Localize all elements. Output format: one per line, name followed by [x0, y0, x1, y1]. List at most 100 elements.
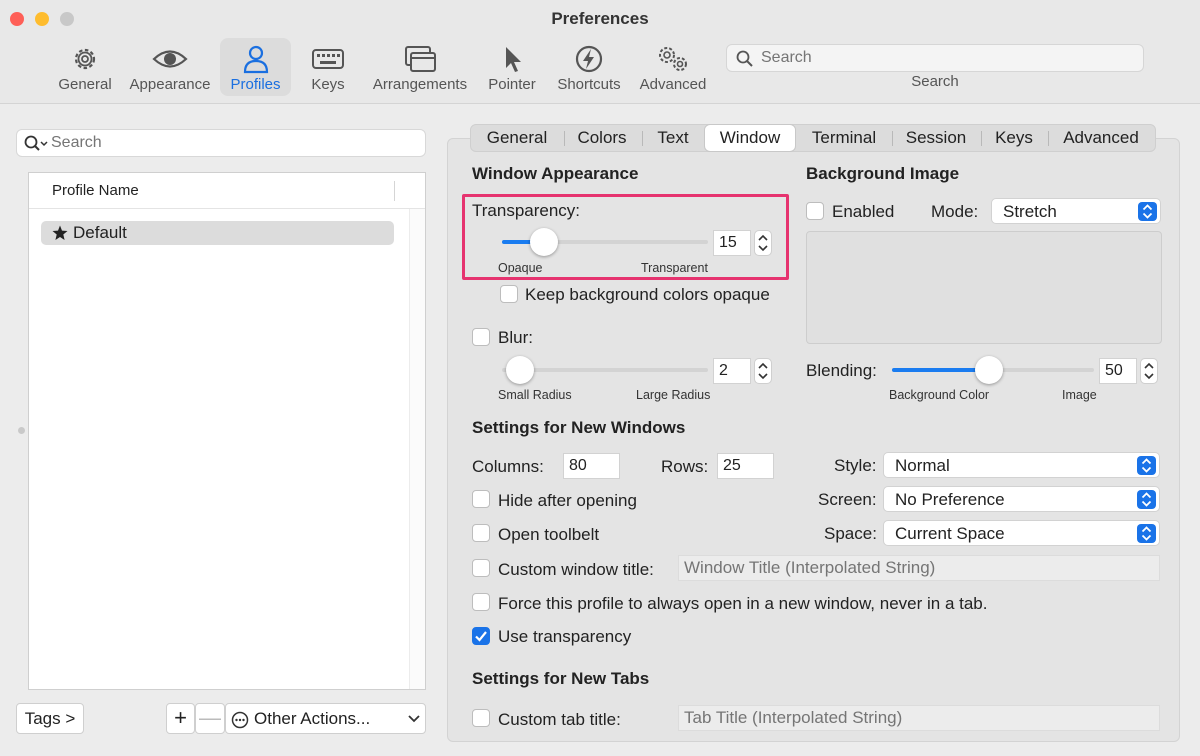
- profile-list-header[interactable]: Profile Name: [29, 173, 425, 209]
- chevron-down-icon: [408, 715, 420, 723]
- profile-search-field[interactable]: [16, 129, 426, 157]
- rows-field[interactable]: 25: [717, 453, 774, 479]
- transparency-label: Transparency:: [472, 201, 581, 220]
- profile-name-column-header[interactable]: Profile Name: [52, 182, 139, 199]
- toolbar-advanced[interactable]: Advanced: [634, 38, 712, 96]
- tab-colors[interactable]: Colors: [567, 125, 637, 151]
- search-icon: [24, 135, 48, 151]
- star-icon: [52, 225, 68, 240]
- toolbar-keys[interactable]: Keys: [298, 38, 358, 96]
- toolbar-search-input[interactable]: [761, 49, 1121, 67]
- toolbar-shortcuts[interactable]: Shortcuts: [552, 38, 626, 96]
- toolbar-arrangements-label: Arrangements: [372, 76, 468, 93]
- profile-search-input[interactable]: [51, 134, 411, 152]
- tab-separator: [892, 131, 893, 146]
- use-transparency-label: Use transparency: [498, 627, 632, 646]
- toolbar-search-field[interactable]: [726, 44, 1144, 72]
- force-new-window-checkbox[interactable]: [472, 593, 490, 611]
- hide-after-opening-checkbox[interactable]: [472, 490, 490, 508]
- custom-tab-title-checkbox[interactable]: [472, 709, 490, 727]
- space-popup[interactable]: Current Space: [883, 520, 1160, 546]
- mode-popup[interactable]: Stretch: [991, 198, 1161, 224]
- screen-popup[interactable]: No Preference: [883, 486, 1160, 512]
- transparency-slider-knob[interactable]: [530, 228, 558, 256]
- other-actions-label: Other Actions...: [254, 709, 371, 728]
- settings-tab-bar: General Colors Text Window Terminal Sess…: [470, 124, 1156, 152]
- bg-image-enabled-checkbox[interactable]: [806, 202, 824, 220]
- column-divider: [394, 181, 395, 201]
- custom-window-title-field[interactable]: [678, 555, 1160, 581]
- remove-profile-button[interactable]: —: [195, 703, 225, 734]
- blending-value-field[interactable]: 50: [1099, 358, 1137, 384]
- image-label: Image: [1062, 388, 1097, 402]
- mode-value: Stretch: [1003, 202, 1057, 221]
- style-label: Style:: [834, 456, 877, 475]
- tab-separator: [1048, 131, 1049, 146]
- keyboard-icon: [312, 49, 344, 69]
- profile-list[interactable]: Profile Name Default: [28, 172, 426, 690]
- profile-list-scrollbar[interactable]: [409, 209, 425, 689]
- mode-label: Mode:: [931, 202, 979, 221]
- other-actions-menu[interactable]: Other Actions...: [225, 703, 426, 734]
- transparency-stepper[interactable]: [754, 230, 772, 256]
- add-profile-button[interactable]: +: [166, 703, 195, 734]
- ellipsis-circle-icon: [231, 711, 249, 729]
- toolbar-search-caption: Search: [911, 73, 959, 90]
- custom-tab-title-field[interactable]: [678, 705, 1160, 731]
- toolbar-appearance[interactable]: Appearance: [126, 38, 214, 96]
- gear-icon: [74, 48, 96, 70]
- blending-slider-fill: [892, 368, 988, 372]
- columns-field[interactable]: 80: [563, 453, 620, 479]
- updown-arrows-icon: [1137, 524, 1156, 543]
- large-radius-label: Large Radius: [636, 388, 711, 402]
- screen-value: No Preference: [895, 490, 1005, 509]
- open-toolbelt-label: Open toolbelt: [498, 525, 600, 544]
- tab-keys[interactable]: Keys: [984, 125, 1044, 151]
- custom-window-title-checkbox[interactable]: [472, 559, 490, 577]
- columns-label: Columns:: [472, 457, 544, 476]
- toolbar-profiles[interactable]: Profiles: [220, 38, 291, 96]
- space-value: Current Space: [895, 524, 1005, 543]
- background-image-well[interactable]: [806, 231, 1162, 344]
- window-title: Preferences: [551, 9, 649, 28]
- tab-terminal[interactable]: Terminal: [799, 125, 889, 151]
- gears-icon: [659, 47, 687, 71]
- toolbar-arrangements[interactable]: Arrangements: [368, 38, 472, 96]
- checkmark-icon: [475, 631, 487, 642]
- transparency-value-field[interactable]: 15: [713, 230, 751, 256]
- tab-general[interactable]: General: [475, 125, 559, 151]
- tags-button[interactable]: Tags >: [16, 703, 84, 734]
- toolbar-general[interactable]: General: [52, 38, 118, 96]
- blur-value-field[interactable]: 2: [713, 358, 751, 384]
- tab-window[interactable]: Window: [705, 125, 795, 151]
- eye-icon: [152, 50, 188, 68]
- rows-label: Rows:: [661, 457, 709, 476]
- blur-slider-knob[interactable]: [506, 356, 534, 384]
- blending-slider-knob[interactable]: [975, 356, 1003, 384]
- profile-name: Default: [73, 223, 127, 242]
- opaque-label: Opaque: [498, 261, 543, 275]
- force-new-window-label: Force this profile to always open in a n…: [498, 594, 988, 613]
- stepper-arrows-icon: [758, 234, 768, 252]
- tab-advanced[interactable]: Advanced: [1051, 125, 1151, 151]
- blur-checkbox[interactable]: [472, 328, 490, 346]
- window-appearance-title: Window Appearance: [472, 164, 639, 183]
- open-toolbelt-checkbox[interactable]: [472, 524, 490, 542]
- search-icon: [736, 50, 753, 67]
- tab-separator: [981, 131, 982, 146]
- tab-session[interactable]: Session: [895, 125, 977, 151]
- updown-arrows-icon: [1137, 456, 1156, 475]
- toolbar-pointer[interactable]: Pointer: [482, 38, 542, 96]
- windows-icon: [405, 46, 436, 72]
- split-view-handle[interactable]: [18, 427, 25, 434]
- custom-window-title-label: Custom window title:: [498, 560, 654, 579]
- custom-tab-title-label: Custom tab title:: [498, 710, 621, 729]
- tab-text[interactable]: Text: [645, 125, 701, 151]
- blending-stepper[interactable]: [1140, 358, 1158, 384]
- blur-stepper[interactable]: [754, 358, 772, 384]
- style-popup[interactable]: Normal: [883, 452, 1160, 478]
- profile-row-default[interactable]: Default: [41, 221, 394, 245]
- keep-bg-opaque-checkbox[interactable]: [500, 285, 518, 303]
- use-transparency-checkbox[interactable]: [472, 627, 490, 645]
- toolbar-general-label: General: [58, 76, 112, 93]
